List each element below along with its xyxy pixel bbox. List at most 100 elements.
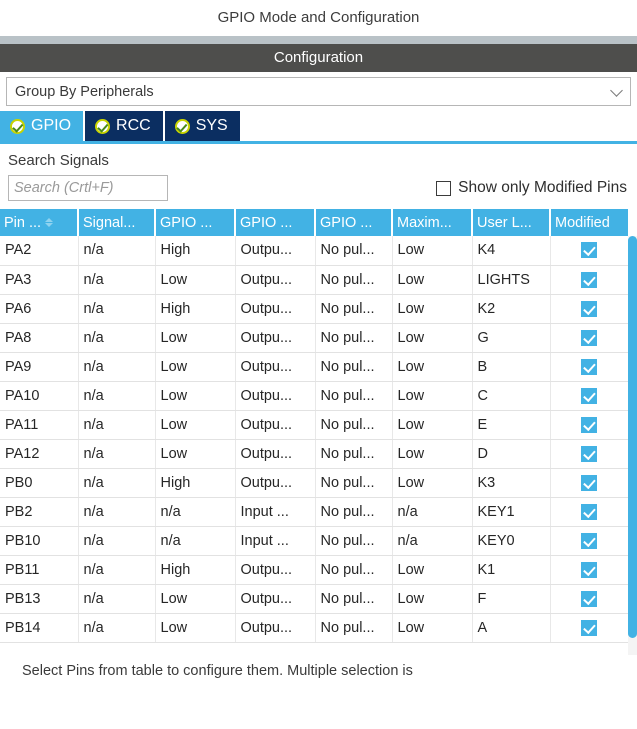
- cell-modified[interactable]: [550, 613, 628, 643]
- cell-modified[interactable]: [550, 381, 628, 411]
- table-vertical-scrollbar[interactable]: [628, 236, 637, 655]
- cell-modified[interactable]: [550, 555, 628, 585]
- table-row[interactable]: PB13 n/a Low Outpu... No pul... Low F: [0, 584, 628, 614]
- cell-gpio-mode: Outpu...: [235, 294, 316, 324]
- column-header-gpio-mode[interactable]: GPIO ...: [235, 209, 316, 236]
- scrollbar-thumb[interactable]: [628, 236, 637, 639]
- cell-pin: PB13: [0, 584, 79, 614]
- tab-sys[interactable]: SYS: [164, 111, 240, 141]
- cell-modified[interactable]: [550, 584, 628, 614]
- table-row[interactable]: PA3 n/a Low Outpu... No pul... Low LIGHTS: [0, 265, 628, 295]
- column-header-modified[interactable]: Modified: [550, 209, 628, 236]
- table-row[interactable]: PA12 n/a Low Outpu... No pul... Low D: [0, 439, 628, 469]
- column-header-user-label[interactable]: User L...: [472, 209, 551, 236]
- cell-gpio-output-level: Low: [155, 584, 236, 614]
- show-only-modified-pins-label: Show only Modified Pins: [458, 179, 627, 196]
- cell-gpio-output-level: n/a: [155, 526, 236, 556]
- show-only-modified-pins-checkbox[interactable]: Show only Modified Pins: [436, 179, 627, 197]
- cell-signal: n/a: [78, 584, 156, 614]
- cell-modified[interactable]: [550, 236, 628, 266]
- cell-signal: n/a: [78, 352, 156, 382]
- cell-modified[interactable]: [550, 468, 628, 498]
- pins-table: Pin ... Signal... GPIO ... GPIO ... GPIO…: [0, 209, 628, 643]
- table-row[interactable]: PA9 n/a Low Outpu... No pul... Low B: [0, 352, 628, 382]
- table-row[interactable]: PA10 n/a Low Outpu... No pul... Low C: [0, 381, 628, 411]
- cell-user-label: F: [472, 584, 551, 614]
- search-area: Search Signals Show only Modified Pins: [0, 144, 637, 201]
- cell-maximum-speed: Low: [392, 236, 473, 266]
- cell-gpio-pull: No pul...: [315, 613, 393, 643]
- cell-signal: n/a: [78, 468, 156, 498]
- check-circle-icon: [95, 118, 111, 134]
- column-header-pin[interactable]: Pin ...: [0, 209, 79, 236]
- cell-pin: PB0: [0, 468, 79, 498]
- table-row[interactable]: PA6 n/a High Outpu... No pul... Low K2: [0, 294, 628, 324]
- cell-signal: n/a: [78, 439, 156, 469]
- cell-modified[interactable]: [550, 497, 628, 527]
- cell-modified[interactable]: [550, 526, 628, 556]
- cell-gpio-output-level: Low: [155, 352, 236, 382]
- cell-gpio-output-level: High: [155, 555, 236, 585]
- cell-gpio-pull: No pul...: [315, 468, 393, 498]
- table-row[interactable]: PA2 n/a High Outpu... No pul... Low K4: [0, 236, 628, 266]
- cell-modified[interactable]: [550, 439, 628, 469]
- table-row[interactable]: PB14 n/a Low Outpu... No pul... Low A: [0, 613, 628, 643]
- cell-gpio-mode: Input ...: [235, 526, 316, 556]
- cell-gpio-mode: Input ...: [235, 497, 316, 527]
- cell-gpio-mode: Outpu...: [235, 555, 316, 585]
- cell-gpio-pull: No pul...: [315, 265, 393, 295]
- cell-modified[interactable]: [550, 352, 628, 382]
- table-row[interactable]: PB2 n/a n/a Input ... No pul... n/a KEY1: [0, 497, 628, 527]
- cell-pin: PA6: [0, 294, 79, 324]
- chevron-down-icon: [610, 83, 623, 97]
- table-row[interactable]: PB10 n/a n/a Input ... No pul... n/a KEY0: [0, 526, 628, 556]
- search-input[interactable]: [8, 175, 168, 201]
- cell-modified[interactable]: [550, 265, 628, 295]
- configuration-section-header: Configuration: [0, 44, 637, 72]
- cell-gpio-pull: No pul...: [315, 352, 393, 382]
- tab-rcc[interactable]: RCC: [85, 111, 163, 141]
- cell-gpio-pull: No pul...: [315, 584, 393, 614]
- checkbox-checked-icon: [581, 532, 598, 549]
- cell-modified[interactable]: [550, 294, 628, 324]
- cell-user-label: A: [472, 613, 551, 643]
- checkbox-checked-icon: [581, 561, 598, 578]
- cell-modified[interactable]: [550, 410, 628, 440]
- checkbox-unchecked-icon: [436, 180, 452, 196]
- table-row[interactable]: PB0 n/a High Outpu... No pul... Low K3: [0, 468, 628, 498]
- table-row[interactable]: PA8 n/a Low Outpu... No pul... Low G: [0, 323, 628, 353]
- search-row: Show only Modified Pins: [8, 175, 629, 201]
- table-row[interactable]: PA11 n/a Low Outpu... No pul... Low E: [0, 410, 628, 440]
- cell-maximum-speed: Low: [392, 381, 473, 411]
- checkbox-checked-icon: [581, 445, 598, 462]
- cell-maximum-speed: Low: [392, 294, 473, 324]
- check-circle-icon: [174, 118, 190, 134]
- search-signals-label: Search Signals: [8, 152, 109, 169]
- check-circle-icon: [10, 118, 25, 134]
- group-by-dropdown[interactable]: Group By Peripherals: [6, 77, 631, 106]
- cell-modified[interactable]: [550, 323, 628, 353]
- table-row[interactable]: PB11 n/a High Outpu... No pul... Low K1: [0, 555, 628, 585]
- cell-gpio-mode: Outpu...: [235, 381, 316, 411]
- column-header-gpio-pull[interactable]: GPIO ...: [315, 209, 393, 236]
- cell-maximum-speed: Low: [392, 555, 473, 585]
- cell-gpio-mode: Outpu...: [235, 352, 316, 382]
- cell-gpio-output-level: Low: [155, 410, 236, 440]
- cell-gpio-output-level: Low: [155, 265, 236, 295]
- cell-gpio-output-level: Low: [155, 323, 236, 353]
- cell-maximum-speed: Low: [392, 352, 473, 382]
- cell-pin: PA9: [0, 352, 79, 382]
- cell-user-label: KEY1: [472, 497, 551, 527]
- checkbox-checked-icon: [581, 271, 598, 288]
- page-title: GPIO Mode and Configuration: [0, 0, 637, 36]
- cell-pin: PB14: [0, 613, 79, 643]
- checkbox-checked-icon: [581, 358, 598, 375]
- cell-pin: PA12: [0, 439, 79, 469]
- column-header-signal[interactable]: Signal...: [78, 209, 156, 236]
- cell-maximum-speed: Low: [392, 439, 473, 469]
- column-header-maximum-speed[interactable]: Maxim...: [392, 209, 473, 236]
- divider-strip: [0, 36, 637, 44]
- cell-signal: n/a: [78, 497, 156, 527]
- column-header-gpio-output-level[interactable]: GPIO ...: [155, 209, 236, 236]
- tab-gpio[interactable]: GPIO: [0, 111, 84, 141]
